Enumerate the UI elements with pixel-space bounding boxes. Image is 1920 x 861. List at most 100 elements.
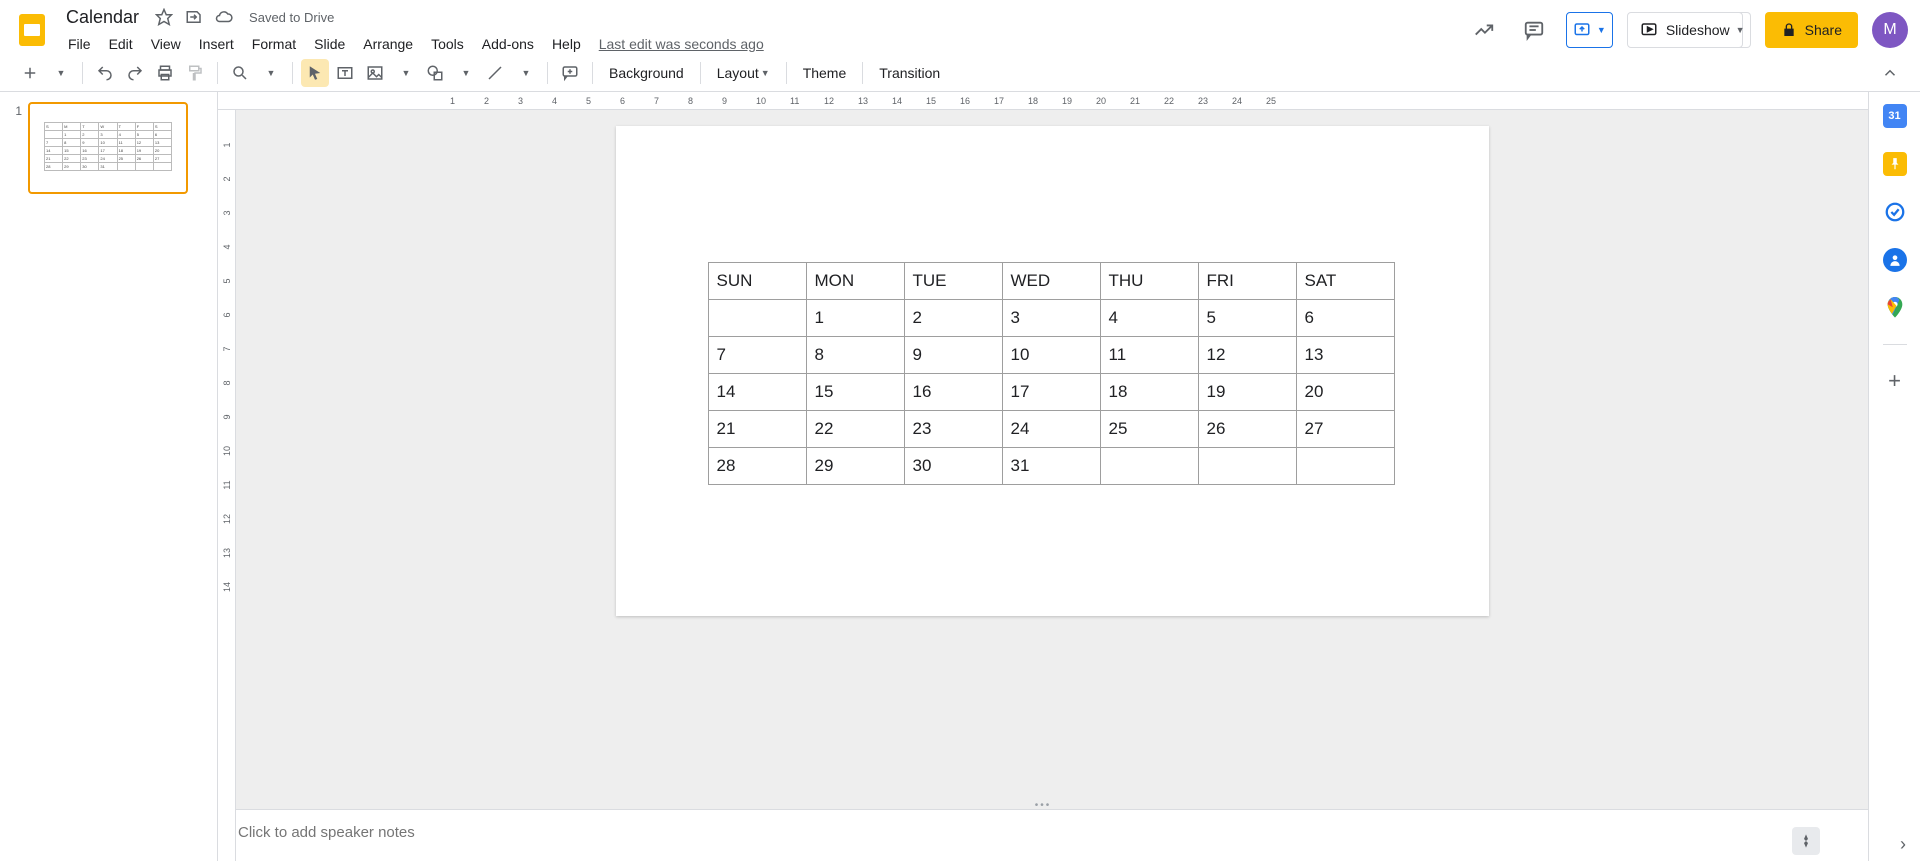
cell[interactable]: 5 <box>1198 300 1296 337</box>
present-button[interactable]: ▼ <box>1566 12 1613 48</box>
last-edit-link[interactable]: Last edit was seconds ago <box>591 32 772 56</box>
line-dropdown[interactable]: ▼ <box>511 59 539 87</box>
canvas-inner[interactable]: SUN MON TUE WED THU FRI SAT 1 2 3 4 <box>218 110 1868 801</box>
redo-button[interactable] <box>121 59 149 87</box>
cell[interactable]: 22 <box>806 411 904 448</box>
cell[interactable]: 18 <box>1100 374 1198 411</box>
maps-addon-icon[interactable] <box>1883 296 1907 320</box>
header-fri[interactable]: FRI <box>1198 263 1296 300</box>
cell[interactable]: 13 <box>1296 337 1394 374</box>
menu-addons[interactable]: Add-ons <box>474 32 542 56</box>
cell[interactable]: 19 <box>1198 374 1296 411</box>
cell[interactable]: 26 <box>1198 411 1296 448</box>
activity-icon[interactable] <box>1466 12 1502 48</box>
calendar-addon-icon[interactable]: 31 <box>1883 104 1907 128</box>
cell[interactable] <box>1100 448 1198 485</box>
print-button[interactable] <box>151 59 179 87</box>
header-tue[interactable]: TUE <box>904 263 1002 300</box>
slide-thumbnail[interactable]: SMTWTFS 123456 78910111213 1415161718192… <box>28 102 188 194</box>
cell[interactable]: 4 <box>1100 300 1198 337</box>
image-dropdown[interactable]: ▼ <box>391 59 419 87</box>
cell[interactable]: 12 <box>1198 337 1296 374</box>
cell[interactable]: 25 <box>1100 411 1198 448</box>
cell[interactable]: 11 <box>1100 337 1198 374</box>
filmstrip-slide-1[interactable]: 1 SMTWTFS 123456 78910111213 14151617181… <box>8 102 209 194</box>
calendar-table[interactable]: SUN MON TUE WED THU FRI SAT 1 2 3 4 <box>708 262 1395 485</box>
menu-tools[interactable]: Tools <box>423 32 472 56</box>
hide-sidepanel-icon[interactable]: › <box>1900 834 1906 855</box>
zoom-button[interactable] <box>226 59 254 87</box>
comments-icon[interactable] <box>1516 12 1552 48</box>
menu-edit[interactable]: Edit <box>101 32 141 56</box>
move-icon[interactable] <box>185 7 205 27</box>
cell[interactable]: 9 <box>904 337 1002 374</box>
cell[interactable]: 15 <box>806 374 904 411</box>
menu-insert[interactable]: Insert <box>191 32 242 56</box>
menu-format[interactable]: Format <box>244 32 304 56</box>
menu-view[interactable]: View <box>143 32 189 56</box>
cell[interactable]: 27 <box>1296 411 1394 448</box>
cell[interactable]: 28 <box>708 448 806 485</box>
shape-tool[interactable] <box>421 59 449 87</box>
header-thu[interactable]: THU <box>1100 263 1198 300</box>
cell[interactable] <box>1296 448 1394 485</box>
contacts-addon-icon[interactable] <box>1883 248 1907 272</box>
paint-format-button[interactable] <box>181 59 209 87</box>
cell[interactable]: 17 <box>1002 374 1100 411</box>
header-mon[interactable]: MON <box>806 263 904 300</box>
transition-button[interactable]: Transition <box>871 59 948 87</box>
undo-button[interactable] <box>91 59 119 87</box>
account-avatar[interactable]: M <box>1872 12 1908 48</box>
select-tool[interactable] <box>301 59 329 87</box>
comment-button[interactable] <box>556 59 584 87</box>
cell[interactable]: 2 <box>904 300 1002 337</box>
hide-menus-button[interactable] <box>1876 59 1904 87</box>
keep-addon-icon[interactable] <box>1883 152 1907 176</box>
slides-logo-icon[interactable] <box>12 10 52 50</box>
cell[interactable]: 29 <box>806 448 904 485</box>
shape-dropdown[interactable]: ▼ <box>451 59 479 87</box>
document-title[interactable]: Calendar <box>60 5 145 30</box>
cell[interactable]: 7 <box>708 337 806 374</box>
new-slide-dropdown[interactable]: ▼ <box>46 59 74 87</box>
header-sun[interactable]: SUN <box>708 263 806 300</box>
textbox-tool[interactable] <box>331 59 359 87</box>
explore-button[interactable] <box>1792 827 1820 855</box>
cloud-icon[interactable] <box>215 7 235 27</box>
cell[interactable]: 6 <box>1296 300 1394 337</box>
cell[interactable]: 20 <box>1296 374 1394 411</box>
zoom-dropdown[interactable]: ▼ <box>256 59 284 87</box>
notes-drag-handle[interactable] <box>218 801 1868 809</box>
tasks-addon-icon[interactable] <box>1883 200 1907 224</box>
cell[interactable]: 1 <box>806 300 904 337</box>
theme-button[interactable]: Theme <box>795 59 855 87</box>
cell[interactable]: 23 <box>904 411 1002 448</box>
slide-canvas[interactable]: SUN MON TUE WED THU FRI SAT 1 2 3 4 <box>616 126 1489 616</box>
cell[interactable]: 30 <box>904 448 1002 485</box>
background-button[interactable]: Background <box>601 59 692 87</box>
cell[interactable]: 10 <box>1002 337 1100 374</box>
slideshow-dropdown[interactable]: ▼ <box>1729 12 1751 48</box>
speaker-notes[interactable]: Click to add speaker notes <box>218 809 1868 861</box>
cell[interactable]: 14 <box>708 374 806 411</box>
image-tool[interactable] <box>361 59 389 87</box>
cell[interactable]: 21 <box>708 411 806 448</box>
cell[interactable] <box>1198 448 1296 485</box>
new-slide-button[interactable] <box>16 59 44 87</box>
header-sat[interactable]: SAT <box>1296 263 1394 300</box>
cell[interactable]: 16 <box>904 374 1002 411</box>
save-status[interactable]: Saved to Drive <box>249 10 334 25</box>
menu-help[interactable]: Help <box>544 32 589 56</box>
star-icon[interactable] <box>155 7 175 27</box>
slideshow-button[interactable]: Slideshow <box>1627 12 1743 48</box>
menu-slide[interactable]: Slide <box>306 32 353 56</box>
ruler-vertical[interactable]: 1234567891011121314 <box>218 110 236 861</box>
header-wed[interactable]: WED <box>1002 263 1100 300</box>
line-tool[interactable] <box>481 59 509 87</box>
cell[interactable]: 24 <box>1002 411 1100 448</box>
ruler-horizontal[interactable]: 1234567891011121314151617181920212223242… <box>218 92 1868 110</box>
share-button[interactable]: Share <box>1765 12 1858 48</box>
get-addons-icon[interactable]: + <box>1883 369 1907 393</box>
cell[interactable]: 3 <box>1002 300 1100 337</box>
menu-file[interactable]: File <box>60 32 99 56</box>
